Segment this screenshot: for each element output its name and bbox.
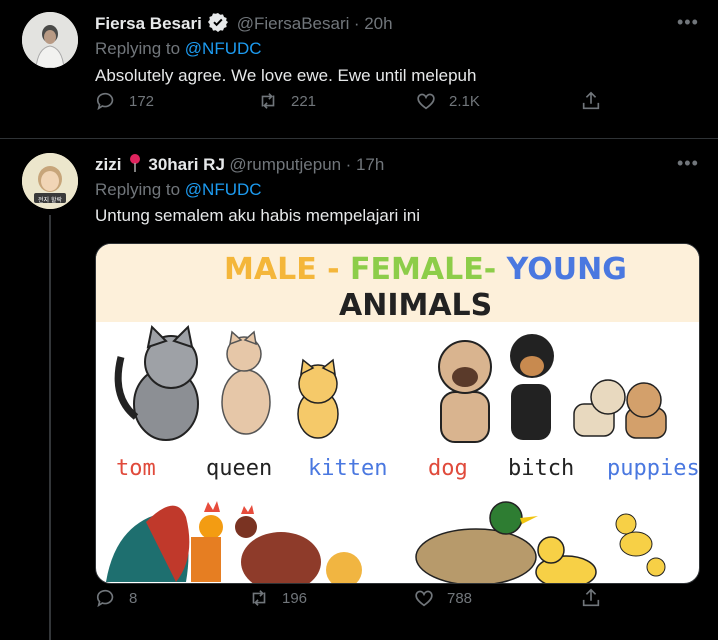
retweet-button[interactable]: 221	[257, 90, 377, 112]
share-icon	[582, 91, 600, 110]
label-bitch: bitch	[508, 456, 575, 481]
display-name[interactable]: Fiersa Besari	[95, 14, 202, 33]
title-male: MALE -	[224, 252, 340, 287]
display-name-suffix[interactable]: 30hari RJ	[148, 155, 225, 174]
location-pin-icon	[128, 153, 142, 178]
image-title-line1: MALE - FEMALE- YOUNG	[224, 252, 627, 287]
tweet-text: Absolutely agree. We love ewe. Ewe until…	[95, 66, 477, 85]
more-icon[interactable]: •••	[677, 12, 699, 33]
retweet-button[interactable]: 196	[248, 587, 368, 609]
replying-prefix: Replying to	[95, 180, 181, 199]
avatar-image	[22, 12, 78, 68]
attached-image[interactable]: MALE - FEMALE- YOUNG ANIMALS tom queen k…	[95, 243, 700, 584]
animal-illustrations	[106, 324, 667, 583]
bitch-dog-illustration	[510, 334, 554, 440]
reply-count: 172	[129, 92, 155, 110]
label-puppies: puppies	[607, 456, 700, 481]
reply-button[interactable]: 172	[95, 90, 215, 112]
share-button[interactable]	[580, 587, 602, 609]
chick-illustration	[326, 552, 362, 583]
ducklings-illustration	[615, 513, 666, 577]
display-name[interactable]: zizi	[95, 155, 121, 174]
tweet-fiersa[interactable]: Fiersa Besari @FiersaBesari · 20h ••• Re…	[0, 0, 718, 138]
label-kitten: kitten	[308, 456, 388, 481]
reply-icon	[96, 92, 114, 111]
drake-illustration	[415, 501, 538, 583]
kitten-illustration	[297, 358, 339, 439]
like-count: 2.1K	[449, 92, 480, 110]
replying-to: Replying to @NFUDC	[95, 180, 262, 200]
label-dog: dog	[428, 456, 468, 481]
dog-illustration	[438, 340, 492, 443]
image-title-line2: ANIMALS	[339, 288, 493, 323]
replying-to-link[interactable]: @NFUDC	[185, 180, 262, 199]
title-female: FEMALE-	[350, 252, 497, 287]
retweet-icon	[252, 590, 266, 606]
reply-button[interactable]: 8	[95, 587, 215, 609]
label-queen: queen	[206, 456, 273, 481]
like-count: 788	[447, 589, 473, 607]
thread-line	[49, 215, 51, 640]
replying-to-link[interactable]: @NFUDC	[185, 39, 262, 58]
avatar-badge: 전지 할락	[38, 197, 62, 204]
reply-count: 8	[129, 589, 138, 607]
tweet-header: Fiersa Besari @FiersaBesari · 20h	[95, 12, 393, 37]
rooster-illustration	[106, 501, 223, 582]
like-icon	[415, 590, 433, 607]
retweet-icon	[261, 93, 275, 109]
avatar[interactable]	[22, 12, 78, 68]
timestamp[interactable]: · 17h	[346, 155, 385, 174]
puppies-illustration	[573, 379, 667, 439]
timestamp[interactable]: · 20h	[354, 14, 393, 33]
like-button[interactable]: 2.1K	[415, 90, 535, 112]
queen-cat-illustration	[221, 330, 271, 435]
reply-icon	[96, 589, 114, 608]
hen-illustration	[235, 505, 321, 583]
retweet-count: 221	[291, 92, 317, 110]
verified-badge-icon	[208, 12, 229, 37]
handle[interactable]: @FiersaBesari	[237, 14, 350, 33]
handle[interactable]: @rumputjepun	[229, 155, 341, 174]
replying-to: Replying to @NFUDC	[95, 39, 262, 59]
retweet-count: 196	[282, 589, 308, 607]
avatar[interactable]: 전지 할락	[22, 153, 78, 209]
tom-cat-illustration	[114, 324, 199, 441]
share-icon	[582, 588, 600, 607]
like-icon	[417, 93, 435, 110]
tweet-text: Untung semalem aku habis mempelajari ini	[95, 206, 421, 225]
share-button[interactable]	[580, 90, 602, 112]
title-young: YOUNG	[506, 252, 627, 287]
replying-prefix: Replying to	[95, 39, 181, 58]
label-tom: tom	[116, 456, 156, 481]
tweet-header: zizi 30hari RJ @rumputjepun · 17h	[95, 153, 384, 178]
like-button[interactable]: 788	[413, 587, 533, 609]
duck-illustration	[535, 536, 597, 583]
more-icon[interactable]: •••	[677, 153, 699, 174]
